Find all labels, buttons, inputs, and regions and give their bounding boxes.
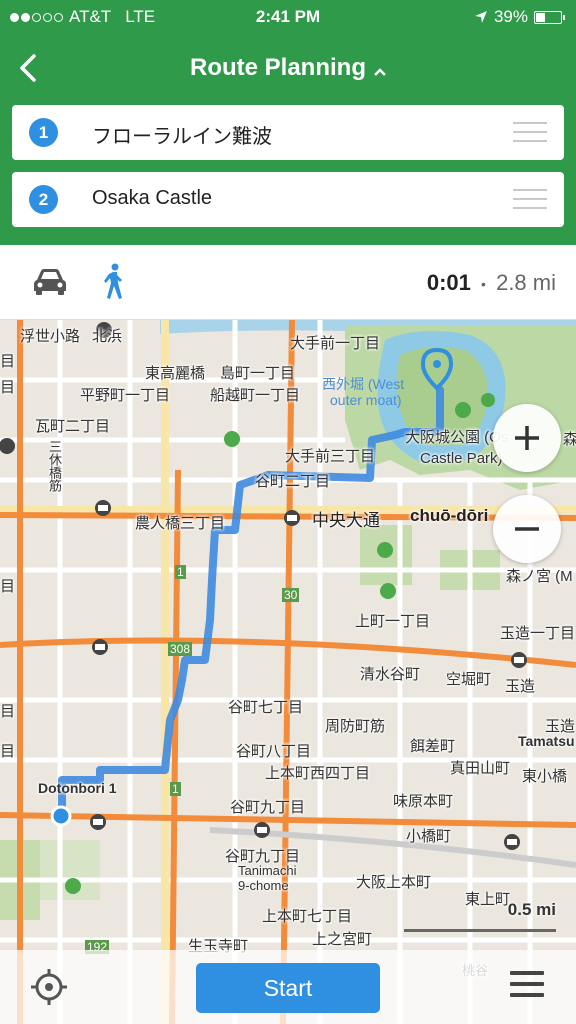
map-label: 谷町七丁目 <box>228 699 304 716</box>
map-label: 森 <box>563 431 576 448</box>
map-label: 目 <box>0 703 16 720</box>
zoom-in-button[interactable] <box>493 404 561 472</box>
minus-icon <box>515 527 539 531</box>
map-view[interactable]: 浮世小路 北浜 大手前一丁目 東高麗橋 島町一丁目 平野町一丁目 船越町一丁目 … <box>0 320 576 1024</box>
map-label: 三休橋筋 <box>47 440 62 492</box>
plus-icon <box>515 426 539 450</box>
bottom-toolbar: Start <box>0 950 576 1024</box>
menu-icon <box>510 971 544 975</box>
map-label: 中央大通 <box>312 511 380 530</box>
drag-handle-icon[interactable] <box>513 189 547 210</box>
map-label: 味原本町 <box>393 793 454 810</box>
map-label: 清水谷町 <box>360 666 421 683</box>
waypoint-destination[interactable]: 2 Osaka Castle <box>12 172 564 227</box>
map-label: 周防町筋 <box>325 718 386 735</box>
map-label: 30 <box>282 588 300 602</box>
route-planning-title-toggle[interactable]: Route Planning <box>0 54 576 83</box>
map-label: 谷町八丁目 <box>236 743 312 760</box>
map-label: 上之宮町 <box>312 931 373 948</box>
map-label: 玉造一丁目 <box>500 625 576 642</box>
header: AT&T LTE 2:41 PM 39% Route Planning 1 フロ… <box>0 0 576 245</box>
map-label: 目 <box>0 743 16 760</box>
menu-button[interactable] <box>510 971 544 1001</box>
battery-percent: 39% <box>493 7 528 26</box>
map-scale: 0.5 mi <box>404 900 556 934</box>
map-label: 小橋町 <box>406 828 452 845</box>
waypoint-origin[interactable]: 1 フローラルイン難波 <box>12 105 564 160</box>
crosshair-icon <box>31 969 67 1005</box>
map-label: 目 <box>0 379 16 396</box>
map-label: chuō-dōri <box>410 506 489 525</box>
transport-mode-bar: 0:01 • 2.8 mi <box>0 245 576 320</box>
map-label: Tanimachi <box>238 863 297 878</box>
summary-separator: • <box>481 276 486 293</box>
scale-label: 0.5 mi <box>507 900 556 919</box>
waypoint-origin-name: フローラルイン難波 <box>92 126 272 148</box>
walking-icon <box>104 263 122 299</box>
map-label: Dotonbori 1 <box>38 780 117 796</box>
map-label: outer moat) <box>330 392 402 408</box>
chevron-up-icon <box>374 67 386 76</box>
scale-bar <box>404 929 556 932</box>
map-label: 農人橋三丁目 <box>135 515 226 532</box>
map-label: 西外堀 (West <box>322 376 405 392</box>
map-label: 目 <box>0 578 16 595</box>
battery-icon <box>534 10 565 24</box>
map-label: Tamatsu <box>518 733 575 749</box>
map-label: Castle Park) <box>420 450 503 467</box>
page-title: Route Planning <box>190 54 366 81</box>
map-label: 上町一丁目 <box>355 613 431 630</box>
map-label: 平野町一丁目 <box>80 387 171 404</box>
waypoint-destination-name: Osaka Castle <box>92 187 213 209</box>
map-label: 大手前三丁目 <box>285 448 376 465</box>
map-label: 308 <box>168 642 193 656</box>
drag-handle-icon[interactable] <box>513 122 547 143</box>
map-label: 1 <box>170 782 181 796</box>
map-label: 大手前一丁目 <box>290 335 381 352</box>
start-navigation-button[interactable]: Start <box>196 963 380 1013</box>
zoom-out-button[interactable] <box>493 495 561 563</box>
car-icon <box>34 269 66 295</box>
map-label: 空堀町 <box>446 671 492 688</box>
map-label: 1 <box>175 565 186 579</box>
walk-mode-button[interactable] <box>102 263 126 306</box>
map-label: 真田山町 <box>450 760 511 777</box>
my-location-button[interactable] <box>30 968 68 1006</box>
map-label: 上本町七丁目 <box>262 908 353 925</box>
map-label: 目 <box>0 353 16 370</box>
status-right: 39% <box>474 7 565 27</box>
map-label: 森ノ宮 (M <box>506 568 573 585</box>
map-label: 玉造 <box>505 678 536 695</box>
map-label: 谷町二丁目 <box>255 473 331 490</box>
map-label: 餌差町 <box>410 738 456 755</box>
map-label: 東小橋 <box>522 768 568 785</box>
status-bar: AT&T LTE 2:41 PM 39% <box>0 0 576 34</box>
nav-bar: Route Planning <box>0 40 576 96</box>
map-label: 大阪上本町 <box>356 874 432 891</box>
map-label: 谷町九丁目 <box>230 799 306 816</box>
map-label: 東高麗橋 <box>145 365 206 382</box>
map-label: 瓦町二丁目 <box>35 418 111 435</box>
route-distance: 2.8 mi <box>496 270 556 295</box>
route-duration: 0:01 <box>426 270 471 295</box>
route-summary: 0:01 • 2.8 mi <box>427 270 556 296</box>
map-label: 上本町西四丁目 <box>265 765 371 782</box>
map-label: 浮世小路 <box>20 328 81 345</box>
waypoint-number-badge: 1 <box>29 118 58 147</box>
map-label: 船越町一丁目 <box>210 387 301 404</box>
car-mode-button[interactable] <box>32 267 68 302</box>
waypoint-number-badge: 2 <box>29 185 58 214</box>
map-label: 北浜 <box>92 328 123 345</box>
map-label: 島町一丁目 <box>220 365 296 382</box>
location-arrow-icon <box>474 11 487 23</box>
map-label: 9-chome <box>238 878 289 893</box>
